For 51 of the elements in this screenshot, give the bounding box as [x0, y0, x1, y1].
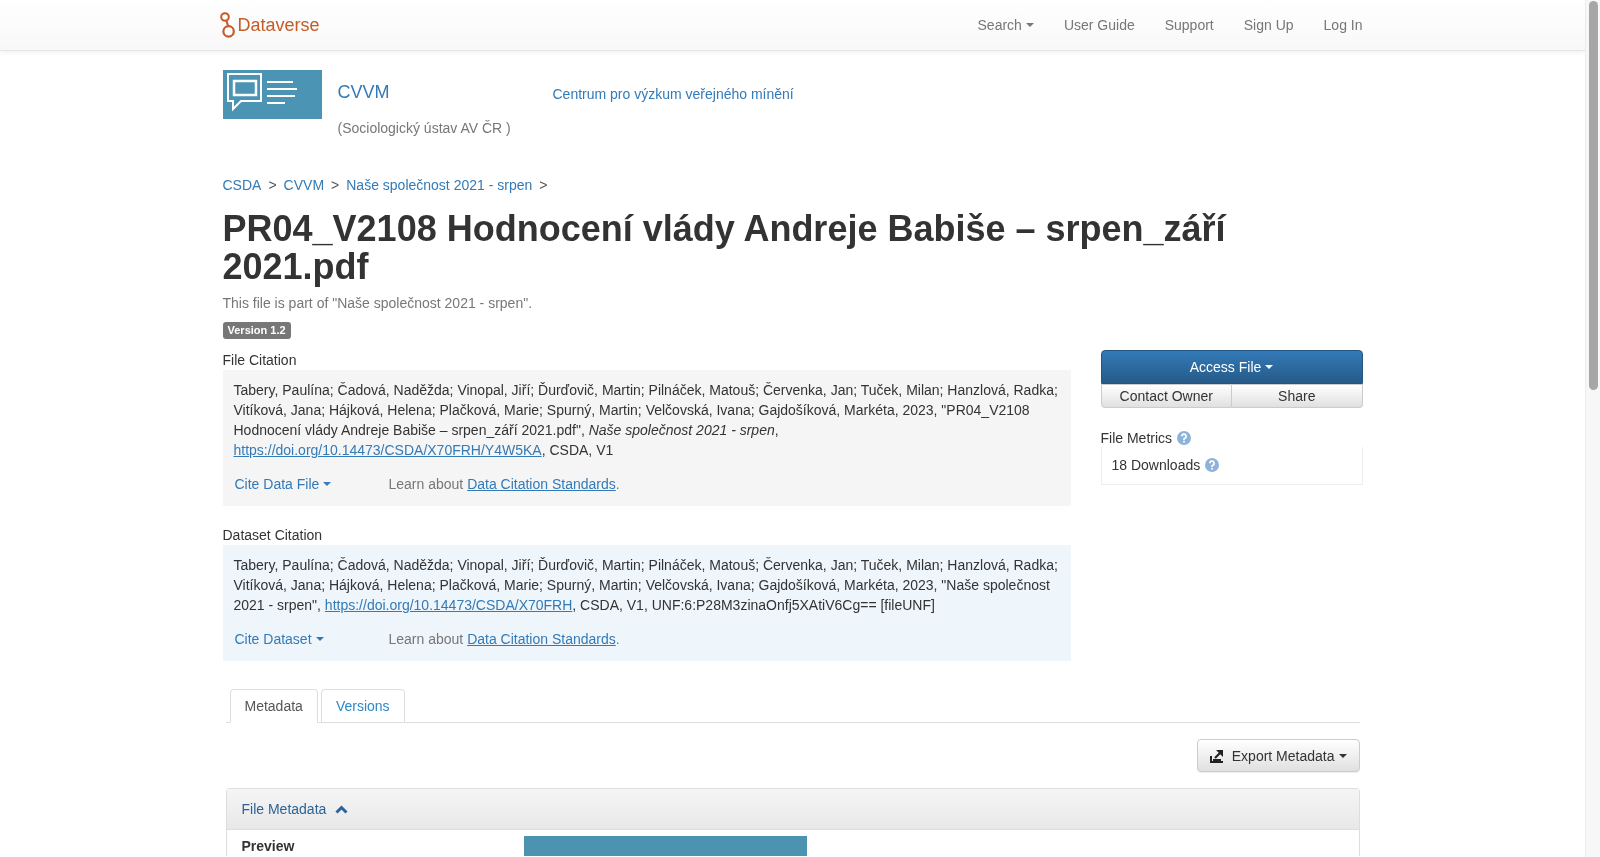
section-label: File Citation [222, 351, 298, 370]
metrics-label: File Metrics [1100, 429, 1173, 447]
caret-icon [315, 637, 324, 641]
caret-icon [323, 482, 332, 486]
collection-name-link[interactable]: CVVM [337, 80, 390, 104]
nav-link[interactable]: Log In [1308, 0, 1378, 50]
scrollbar[interactable] [1585, 0, 1600, 857]
tab[interactable]: Metadata [229, 689, 318, 723]
export-metadata-button[interactable]: Export Metadata [1196, 739, 1360, 772]
downloads-count: 18 Downloads [1111, 456, 1201, 475]
field-label: Preview [241, 837, 296, 856]
nav-link[interactable]: User Guide [1048, 0, 1150, 50]
scrollbar-thumb[interactable] [1589, 1, 1598, 390]
access-file-button[interactable]: Access File [1100, 350, 1363, 384]
breadcrumb-separator: > [538, 176, 549, 195]
citation-text: Tabery, Paulína; Čadová, Naděžda; Vinopal, Jiří; Ďurďovič, Martin; Pilnáček, Matouš; Červenka, Jan; Tuček, Milan; Hanzlová, Radka; Vitíková, Jana; Hájková, Helena; Plačková, Marie; Spurný, Martin; Velčovská, Ivana; Gajdošíková, Markéta, 2023, "PR04_V2108 Hodnocení vlády Andreje Babiše – srpen_září 2021.pdf", Naše společnost 2021 - srpen, https://doi.org/10.14473/CSDA/X70FRH/Y4W5KA, CSDA, V1 [233, 381, 1059, 460]
nav-menu-button[interactable]: Search [962, 0, 1049, 50]
citation-note: Learn about Data Citation Standards. [388, 475, 620, 494]
nav-link[interactable]: Sign Up [1228, 0, 1309, 50]
tab[interactable]: Versions [320, 689, 405, 723]
help-icon [1177, 431, 1192, 445]
standards-link[interactable]: Data Citation Standards [467, 631, 616, 647]
action-button[interactable]: Contact Owner [1100, 384, 1232, 408]
cite-dropdown-button[interactable]: Cite Data File [234, 474, 332, 494]
tagline-link[interactable]: Centrum pro výzkum veřejného mínění [552, 84, 794, 104]
brand-logo[interactable]: Dataverse [219, 11, 320, 38]
caret-icon [1265, 365, 1274, 369]
speech-bubble-logo[interactable] [222, 70, 322, 119]
citation-note: Learn about Data Citation Standards. [388, 630, 620, 649]
cite-dropdown-button[interactable]: Cite Dataset [234, 629, 324, 649]
section-label: Dataset Citation [222, 526, 324, 545]
version-badge: Version 1.2 [222, 322, 291, 339]
action-button[interactable]: Share [1232, 384, 1363, 408]
export-icon [1209, 748, 1224, 763]
panel-heading[interactable]: File Metadata [226, 789, 1359, 830]
nav-link[interactable]: Support [1149, 0, 1229, 50]
page-title: PR04_V2108 Hodnocení vlády Andreje Babiše – srpen_září 2021.pdf [222, 210, 1228, 286]
breadcrumb-link[interactable]: CSDA [222, 175, 262, 195]
logo-icon [219, 11, 235, 38]
caret-icon [1338, 753, 1347, 758]
breadcrumb-separator: > [330, 176, 341, 195]
breadcrumb-link[interactable]: CVVM [283, 175, 325, 195]
breadcrumb-link[interactable]: Naše společnost 2021 - srpen [346, 175, 533, 195]
parent-dataset-note: This file is part of "Naše společnost 2021 - srpen". [222, 294, 534, 313]
standards-link[interactable]: Data Citation Standards [467, 476, 616, 492]
citation-text: Tabery, Paulína; Čadová, Naděžda; Vinopal, Jiří; Ďurďovič, Martin; Pilnáček, Matouš; Červenka, Jan; Tuček, Milan; Hanzlová, Radka; Vitíková, Jana; Hájková, Helena; Plačková, Marie; Spurný, Martin; Velčovská, Ivana; Gajdošíková, Markéta, 2023, "Naše společnost 2021 - srpen", https://doi.org/10.14473/CSDA/X70FRH, CSDA, V1, UNF:6:P28M3zinaOnfj5XAtiV6Cg== [fileUNF] [233, 556, 1059, 615]
doi-link[interactable]: https://doi.org/10.14473/CSDA/X70FRH/Y4W5KA [233, 442, 542, 458]
caret-icon [1025, 22, 1034, 27]
breadcrumb-separator: > [267, 176, 278, 195]
affiliation-text: (Sociologický ústav AV ČR ) [337, 119, 512, 138]
help-icon [1205, 458, 1220, 472]
